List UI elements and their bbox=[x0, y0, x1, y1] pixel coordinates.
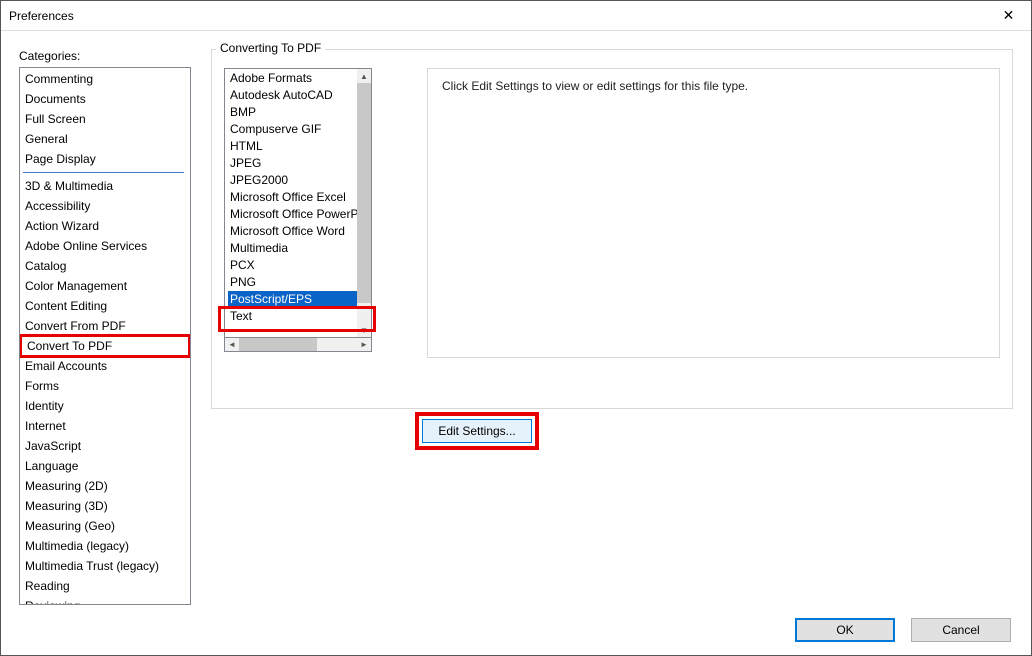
category-item[interactable]: Multimedia Trust (legacy) bbox=[23, 556, 190, 576]
format-list-inner: Adobe FormatsAutodesk AutoCADBMPCompuser… bbox=[225, 69, 357, 337]
category-item[interactable]: Convert To PDF bbox=[19, 334, 191, 358]
category-item[interactable]: Identity bbox=[23, 396, 190, 416]
category-divider bbox=[23, 172, 184, 173]
scroll-up-arrow-icon[interactable]: ▲ bbox=[357, 69, 371, 83]
format-item[interactable]: PostScript/EPS bbox=[228, 291, 357, 308]
category-item[interactable]: 3D & Multimedia bbox=[23, 176, 190, 196]
hint-text: Click Edit Settings to view or edit sett… bbox=[427, 68, 1000, 358]
horizontal-scrollbar[interactable]: ◄ ► bbox=[224, 338, 372, 352]
scroll-right-arrow-icon[interactable]: ► bbox=[357, 338, 371, 351]
cancel-button[interactable]: Cancel bbox=[911, 618, 1011, 642]
converting-group-label: Converting To PDF bbox=[216, 41, 325, 55]
format-item[interactable]: PCX bbox=[228, 257, 357, 274]
category-item[interactable]: Accessibility bbox=[23, 196, 190, 216]
footer: OK Cancel bbox=[795, 605, 1031, 655]
format-item[interactable]: PNG bbox=[228, 274, 357, 291]
format-list-wrap: Adobe FormatsAutodesk AutoCADBMPCompuser… bbox=[224, 68, 372, 358]
category-item[interactable]: Email Accounts bbox=[23, 356, 190, 376]
category-item[interactable]: Adobe Online Services bbox=[23, 236, 190, 256]
category-item[interactable]: General bbox=[23, 129, 190, 149]
category-item[interactable]: Page Display bbox=[23, 149, 190, 169]
category-item[interactable]: Language bbox=[23, 456, 190, 476]
format-item[interactable]: Text bbox=[228, 308, 357, 325]
categories-panel: Categories: CommentingDocumentsFull Scre… bbox=[19, 49, 191, 605]
category-item[interactable]: Forms bbox=[23, 376, 190, 396]
content-area: Categories: CommentingDocumentsFull Scre… bbox=[1, 31, 1031, 605]
categories-list[interactable]: CommentingDocumentsFull ScreenGeneralPag… bbox=[19, 67, 191, 605]
category-item[interactable]: Full Screen bbox=[23, 109, 190, 129]
format-item[interactable]: HTML bbox=[228, 138, 357, 155]
close-icon: ✕ bbox=[1003, 7, 1015, 24]
scroll-thumb[interactable] bbox=[357, 83, 371, 303]
category-item[interactable]: Convert From PDF bbox=[23, 316, 190, 336]
category-item[interactable]: Measuring (2D) bbox=[23, 476, 190, 496]
converting-group-frame: Converting To PDF Adobe FormatsAutodesk … bbox=[211, 49, 1013, 409]
category-item[interactable]: Catalog bbox=[23, 256, 190, 276]
close-button[interactable]: ✕ bbox=[986, 1, 1031, 30]
category-item[interactable]: Documents bbox=[23, 89, 190, 109]
format-item[interactable]: Multimedia bbox=[228, 240, 357, 257]
scroll-left-arrow-icon[interactable]: ◄ bbox=[225, 338, 239, 351]
format-item[interactable]: Microsoft Office Excel bbox=[228, 189, 357, 206]
edit-settings-button[interactable]: Edit Settings... bbox=[422, 419, 532, 443]
format-item[interactable]: Compuserve GIF bbox=[228, 121, 357, 138]
format-item[interactable]: BMP bbox=[228, 104, 357, 121]
format-item[interactable]: Microsoft Office Word bbox=[228, 223, 357, 240]
category-item[interactable]: Measuring (3D) bbox=[23, 496, 190, 516]
titlebar: Preferences ✕ bbox=[1, 1, 1031, 31]
preferences-window: Preferences ✕ Categories: CommentingDocu… bbox=[0, 0, 1032, 656]
format-item[interactable]: JPEG2000 bbox=[228, 172, 357, 189]
format-item[interactable]: Adobe Formats bbox=[228, 70, 357, 87]
category-item[interactable]: Color Management bbox=[23, 276, 190, 296]
category-item[interactable]: JavaScript bbox=[23, 436, 190, 456]
format-item[interactable]: Autodesk AutoCAD bbox=[228, 87, 357, 104]
category-item[interactable]: Internet bbox=[23, 416, 190, 436]
ok-button[interactable]: OK bbox=[795, 618, 895, 642]
category-item[interactable]: Commenting bbox=[23, 69, 190, 89]
scroll-down-arrow-icon[interactable]: ▼ bbox=[357, 323, 371, 337]
category-item[interactable]: Measuring (Geo) bbox=[23, 516, 190, 536]
window-title: Preferences bbox=[9, 9, 74, 23]
format-list[interactable]: Adobe FormatsAutodesk AutoCADBMPCompuser… bbox=[224, 68, 372, 338]
category-item[interactable]: Reviewing bbox=[23, 596, 190, 605]
scroll-thumb-h[interactable] bbox=[239, 338, 317, 351]
converting-group-inner: Adobe FormatsAutodesk AutoCADBMPCompuser… bbox=[224, 68, 1000, 358]
category-item[interactable]: Reading bbox=[23, 576, 190, 596]
category-item[interactable]: Content Editing bbox=[23, 296, 190, 316]
category-item[interactable]: Multimedia (legacy) bbox=[23, 536, 190, 556]
format-item[interactable]: JPEG bbox=[228, 155, 357, 172]
edit-settings-highlight: Edit Settings... bbox=[415, 412, 539, 450]
vertical-scrollbar[interactable]: ▲ ▼ bbox=[357, 69, 371, 337]
category-item[interactable]: Action Wizard bbox=[23, 216, 190, 236]
right-panel: Converting To PDF Adobe FormatsAutodesk … bbox=[211, 49, 1013, 605]
format-item[interactable]: Microsoft Office PowerPoint bbox=[228, 206, 357, 223]
categories-label: Categories: bbox=[19, 49, 191, 63]
